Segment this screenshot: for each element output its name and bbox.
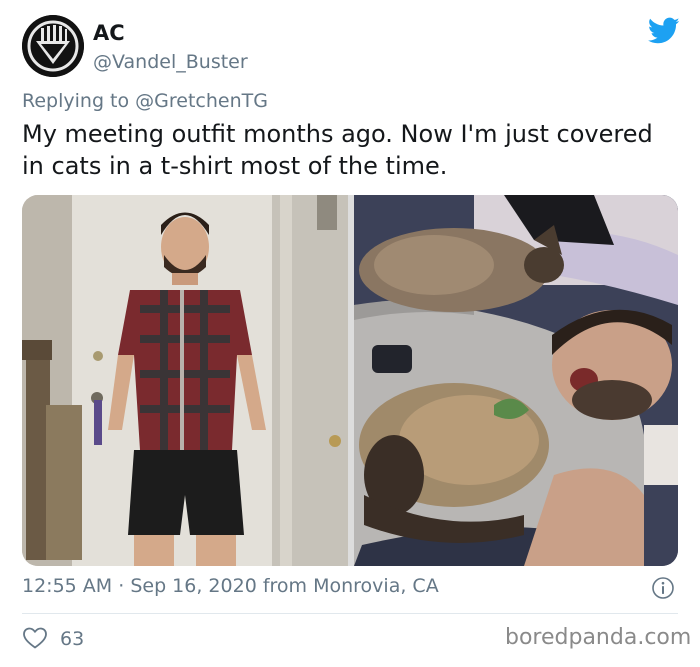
photo-meeting-outfit[interactable] <box>22 195 348 566</box>
avatar[interactable] <box>22 15 84 77</box>
tweet-timestamp[interactable]: 12:55 AM · Sep 16, 2020 from Monrovia, C… <box>22 574 439 598</box>
media-grid[interactable] <box>22 195 678 566</box>
meta-separator: · <box>118 575 125 597</box>
photo-covered-in-cats[interactable] <box>354 195 678 566</box>
watermark: boredpanda.com <box>505 625 692 650</box>
author-display-name[interactable]: AC <box>93 21 248 45</box>
twitter-bird-icon[interactable] <box>647 17 680 45</box>
like-count: 63 <box>60 628 85 650</box>
avatar-logo <box>22 15 84 77</box>
info-icon[interactable] <box>651 576 675 600</box>
tweet-time[interactable]: 12:55 AM <box>22 575 112 597</box>
tweet-text: My meeting outfit months ago. Now I'm ju… <box>22 120 653 180</box>
tweet-location[interactable]: from Monrovia, CA <box>263 575 439 597</box>
divider <box>22 613 678 614</box>
heart-icon[interactable] <box>22 626 48 650</box>
tweet-card: AC @Vandel_Buster Replying to @GretchenT… <box>0 0 700 667</box>
reply-context: Replying to @GretchenTG <box>22 89 268 113</box>
tweet-date[interactable]: Sep 16, 2020 <box>130 575 256 597</box>
author-block[interactable]: AC @Vandel_Buster <box>93 21 248 74</box>
reply-target-link[interactable]: @GretchenTG <box>135 90 268 112</box>
author-handle[interactable]: @Vandel_Buster <box>93 50 248 74</box>
reply-prefix: Replying to <box>22 90 130 112</box>
